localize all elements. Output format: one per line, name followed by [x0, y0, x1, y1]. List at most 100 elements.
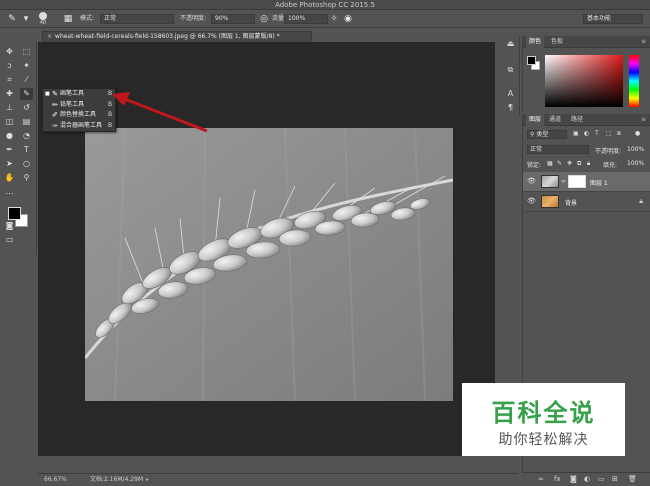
zoom-level[interactable]: 66.67%	[44, 474, 67, 486]
hand-tool-icon[interactable]: ✋	[3, 172, 16, 184]
eyedropper-tool-icon[interactable]: ⁄	[20, 74, 33, 86]
lasso-tool-icon[interactable]: ↄ	[3, 60, 16, 72]
new-group-icon[interactable]: ▭	[598, 475, 605, 483]
filter-toggle-icon[interactable]: ●	[635, 130, 640, 137]
layer-thumbnail	[541, 175, 559, 188]
layer-name[interactable]: 背景	[565, 198, 577, 207]
panel-menu-icon[interactable]: ≡	[641, 36, 646, 48]
brush-tool-icon[interactable]: ✎	[20, 88, 33, 100]
history-panel-icon[interactable]: ⏏	[505, 38, 516, 49]
filter-smart-object-icon[interactable]: ⧈	[617, 130, 621, 138]
marquee-tool-icon[interactable]: ⬚	[20, 46, 33, 58]
lock-transparent-icon[interactable]: ▦	[547, 160, 553, 167]
lock-icon[interactable]: 🔒︎	[639, 197, 643, 206]
filter-type-icon[interactable]: T	[595, 130, 599, 137]
eraser-tool-icon[interactable]: ◫	[3, 116, 16, 128]
move-tool-icon[interactable]: ✥	[3, 46, 16, 58]
zoom-tool-icon[interactable]: ⚲	[20, 172, 33, 184]
flyout-item-color-replacement-tool[interactable]: ✐ 颜色替换工具 B	[43, 110, 115, 121]
new-layer-icon[interactable]: ⊞	[612, 475, 618, 483]
pressure-size-icon[interactable]: ◉	[342, 13, 354, 25]
filter-adjustment-icon[interactable]: ◐	[584, 130, 589, 137]
pen-tool-icon[interactable]: ✒	[3, 144, 16, 156]
lock-image-icon[interactable]: ✎	[557, 160, 562, 167]
foreground-color-swatch[interactable]	[8, 207, 21, 220]
tab-swatches[interactable]: 色板	[551, 36, 563, 48]
document-tab-title: wheat-wheat-field-cereals-field-158603.j…	[55, 33, 280, 40]
visibility-eye-icon[interactable]: 👁︎	[527, 197, 536, 205]
flyout-item-mixer-brush-tool[interactable]: ✑ 混合器画笔工具 B	[43, 121, 115, 132]
panel-menu-icon[interactable]: ≡	[641, 114, 646, 126]
opacity-input[interactable]: 90%	[211, 14, 255, 24]
workspace-select[interactable]: 基本功能	[583, 14, 643, 24]
pressure-opacity-icon[interactable]: ◎	[258, 13, 270, 25]
mask-link-icon[interactable]: ∞	[561, 178, 566, 185]
tab-channels[interactable]: 通道	[549, 114, 561, 126]
brush-size: 40	[39, 20, 47, 26]
tab-paths[interactable]: 路径	[571, 114, 583, 126]
tab-layers[interactable]: 图层	[526, 114, 545, 126]
delete-layer-icon[interactable]: 🗑︎	[628, 475, 637, 483]
close-tab-icon[interactable]: ×	[47, 33, 52, 40]
app-title: Adobe Photoshop CC 2015.5	[275, 1, 375, 9]
layer-row-background[interactable]: 👁︎ 背景 🔒︎	[523, 192, 650, 212]
opacity-value: 90%	[215, 15, 229, 22]
layer-style-icon[interactable]: fx	[554, 475, 561, 483]
crop-tool-icon[interactable]: ⌗	[3, 74, 16, 86]
mode-select[interactable]: 正常	[100, 14, 174, 24]
document-tab[interactable]: × wheat-wheat-field-cereals-field-158603.…	[42, 31, 312, 42]
dropdown-arrow-icon[interactable]: ▾	[20, 13, 32, 25]
filter-pixel-icon[interactable]: ▣	[573, 130, 579, 137]
paragraph-panel-icon[interactable]: ¶	[505, 102, 516, 113]
status-menu-arrow-icon[interactable]: ▸	[146, 474, 149, 486]
color-panel-foreground-swatch[interactable]	[527, 56, 536, 65]
layer-filter-select[interactable]: ⚲ 类型	[527, 130, 567, 139]
brush-preset-picker[interactable]: 40	[36, 12, 50, 26]
brush-tool-icon[interactable]: ✎	[6, 13, 18, 25]
blend-mode-select[interactable]: 正常	[527, 145, 589, 154]
flyout-item-label: 画笔工具	[60, 90, 85, 97]
history-brush-icon[interactable]: ↺	[20, 102, 33, 114]
lock-artboard-icon[interactable]: ⧉	[577, 160, 581, 168]
blur-tool-icon[interactable]: ●	[3, 130, 16, 142]
flow-input[interactable]: 100%	[284, 14, 328, 24]
magic-wand-icon[interactable]: ✦	[20, 60, 33, 72]
layers-panel-footer: ∞ fx ◙ ◐ ▭ ⊞ 🗑︎	[522, 472, 650, 486]
fill-value[interactable]: 100%	[627, 160, 644, 167]
document-size-info[interactable]: 文档:2.16M/4.29M	[90, 474, 143, 486]
lock-position-icon[interactable]: ✥	[567, 160, 572, 167]
adjustment-layer-icon[interactable]: ◐	[584, 475, 590, 483]
brush-panel-icon[interactable]: ▦	[62, 13, 74, 25]
link-layers-icon[interactable]: ∞	[538, 475, 544, 483]
color-picker-field[interactable]	[545, 55, 623, 107]
visibility-eye-icon[interactable]: 👁︎	[527, 177, 536, 185]
flyout-item-brush-tool[interactable]: ■ ✎ 画笔工具 B	[43, 89, 115, 100]
ellipse-tool-icon[interactable]: ○	[20, 158, 33, 170]
dodge-tool-icon[interactable]: ◔	[20, 130, 33, 142]
clone-stamp-icon[interactable]: ⊥	[3, 102, 16, 114]
more-tools-icon[interactable]: ⋯	[3, 188, 16, 200]
canvas-image[interactable]	[85, 128, 453, 401]
layer-name[interactable]: 图层 1	[590, 178, 608, 187]
type-tool-icon[interactable]: T	[20, 144, 33, 156]
workspace-value: 基本功能	[587, 15, 612, 22]
watermark-title: 百科全说	[491, 399, 596, 427]
hue-slider[interactable]	[629, 55, 639, 107]
lock-all-icon[interactable]: 🔒︎	[587, 160, 590, 168]
screen-mode-icon[interactable]: ▭	[3, 234, 16, 246]
tab-color[interactable]: 颜色	[526, 36, 545, 48]
character-panel-icon[interactable]: A	[505, 88, 516, 99]
layer-opacity-label: 不透明度:	[595, 148, 622, 155]
layer-opacity-value[interactable]: 100%	[627, 146, 644, 153]
add-mask-icon[interactable]: ◙	[570, 475, 577, 483]
filter-shape-icon[interactable]: ⬚	[606, 130, 612, 137]
layer-row-layer-1[interactable]: 👁︎ ∞ 图层 1	[523, 172, 650, 192]
path-selection-icon[interactable]: ➤	[3, 158, 16, 170]
healing-brush-icon[interactable]: ✚	[3, 88, 16, 100]
airbrush-icon[interactable]: ✧	[328, 13, 340, 25]
gradient-tool-icon[interactable]: ▤	[20, 116, 33, 128]
flyout-item-pencil-tool[interactable]: ✏ 铅笔工具 B	[43, 100, 115, 111]
layer-mask-thumbnail[interactable]	[568, 175, 586, 188]
layers-panel-tabs: 图层 通道 路径 ≡	[523, 114, 650, 126]
properties-panel-icon[interactable]: ⧉	[505, 64, 516, 75]
